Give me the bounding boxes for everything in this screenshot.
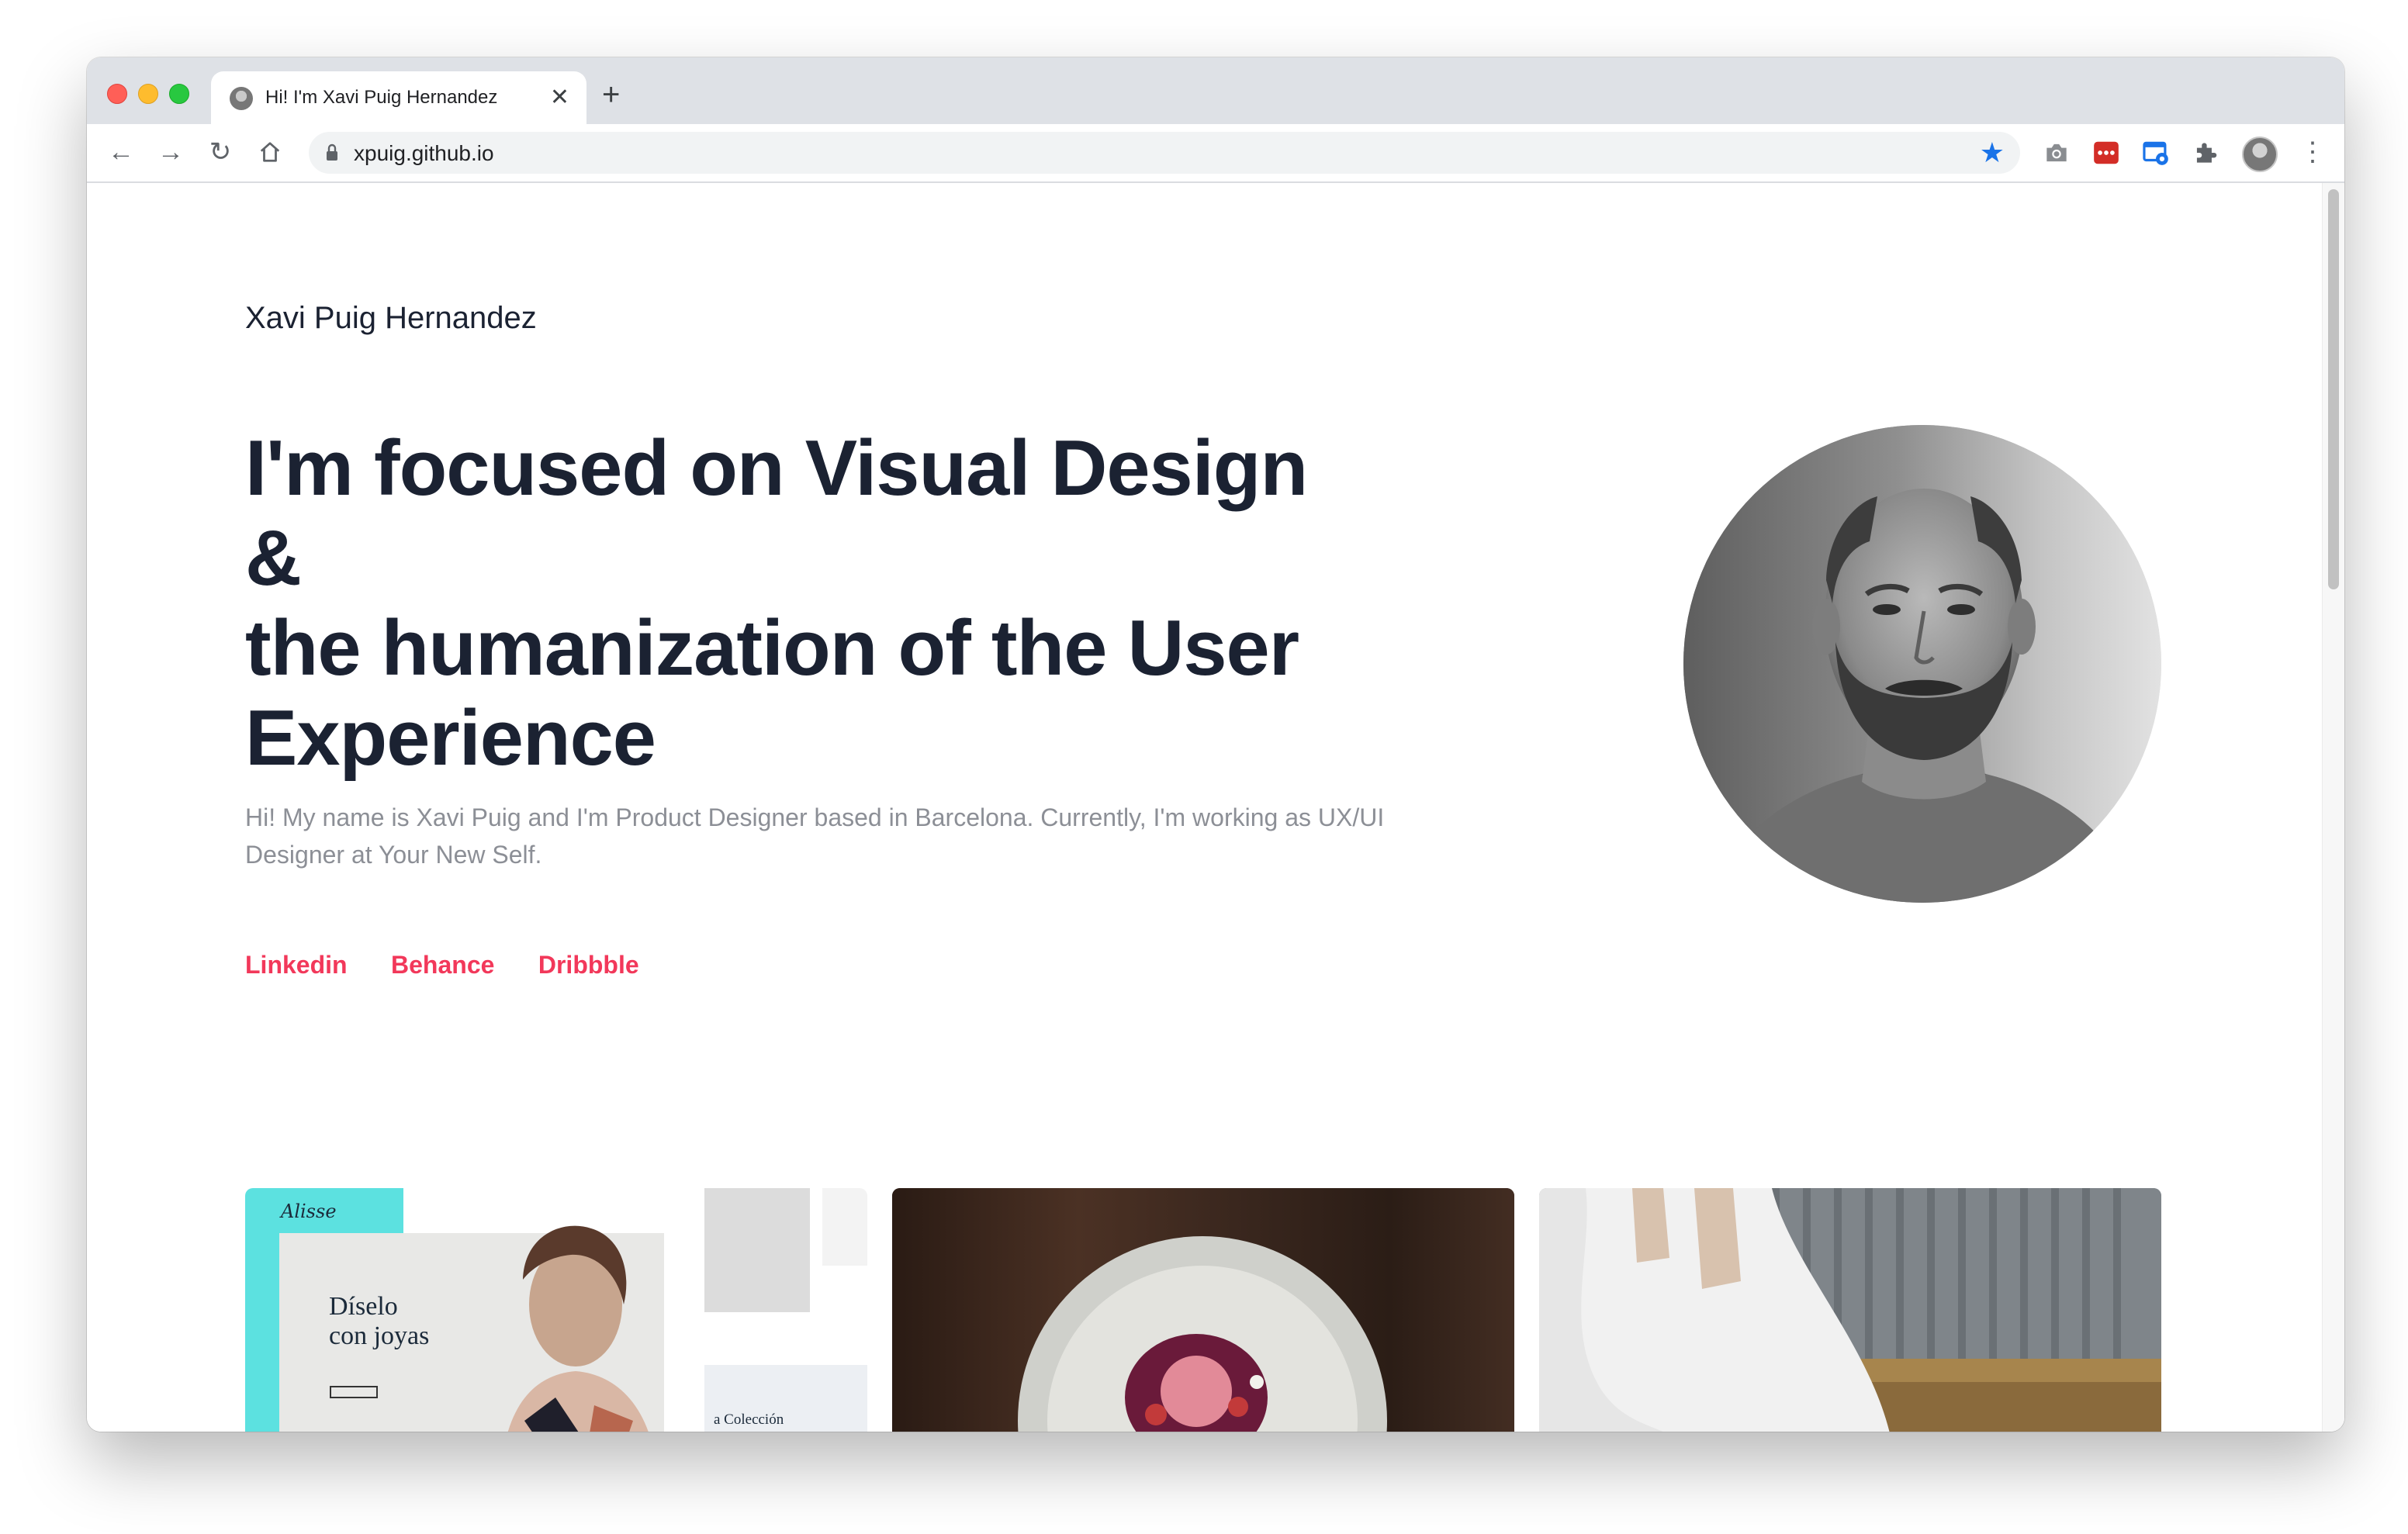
headline-line: the humanization of the User <box>245 605 1299 692</box>
new-tab-button[interactable]: + <box>602 76 620 113</box>
jewelry-collection-heading: a Colección <box>714 1411 784 1428</box>
jewelry-card-heading: Díselo con joyas <box>329 1292 429 1351</box>
portfolio-card-jewelry[interactable]: Alisse Díselo con joyas a Colección <box>245 1188 867 1432</box>
extensions-puzzle-icon[interactable] <box>2191 138 2220 168</box>
page-viewport: Xavi Puig Hernandez I'm focused on Visua… <box>87 183 2344 1432</box>
portfolio-card-wedding[interactable] <box>1539 1188 2161 1432</box>
bookmark-star-icon[interactable]: ★ <box>1980 137 2005 168</box>
jewelry-heading-line: con joyas <box>329 1322 430 1350</box>
lock-icon <box>327 143 337 161</box>
intro-text: Hi! My name is Xavi Puig and I'm Product… <box>245 803 1385 869</box>
behance-link[interactable]: Behance <box>391 951 494 979</box>
dribbble-link[interactable]: Dribbble <box>538 951 639 979</box>
browser-window: Hi! I'm Xavi Puig Hernandez ✕ + ← → ↻ xp… <box>87 57 2344 1432</box>
browser-tab[interactable]: Hi! I'm Xavi Puig Hernandez ✕ <box>211 71 586 124</box>
lastpass-icon[interactable] <box>2091 138 2121 168</box>
back-arrow-icon[interactable]: ← <box>104 135 138 169</box>
more-menu-icon[interactable]: ⋮ <box>2299 135 2326 169</box>
minimize-window-button[interactable] <box>138 84 158 104</box>
profile-photo <box>1683 425 2161 903</box>
linkedin-link[interactable]: Linkedin <box>245 951 348 979</box>
portfolio-card-dessert[interactable] <box>892 1188 1514 1432</box>
headline-line: I'm focused on Visual Design & <box>245 425 1308 602</box>
tab-favicon-icon <box>230 87 253 110</box>
home-icon[interactable] <box>253 135 287 169</box>
url-text: xpuig.github.io <box>354 141 494 165</box>
screen-capture-icon[interactable] <box>2141 138 2171 168</box>
profile-avatar[interactable] <box>2242 136 2278 172</box>
reload-icon[interactable]: ↻ <box>203 135 237 169</box>
camera-icon[interactable] <box>2042 138 2071 168</box>
forward-arrow-icon[interactable]: → <box>154 135 188 169</box>
hero-headline: I'm focused on Visual Design & the human… <box>245 423 1362 783</box>
tab-close-icon[interactable]: ✕ <box>550 82 569 113</box>
zoom-window-button[interactable] <box>169 84 189 104</box>
site-name[interactable]: Xavi Puig Hernandez <box>245 301 537 336</box>
tab-strip: Hi! I'm Xavi Puig Hernandez ✕ + <box>87 57 2344 124</box>
scrollbar-thumb[interactable] <box>2328 189 2339 589</box>
headline-line: Experience <box>245 695 656 782</box>
social-links: Linkedin Behance Dribbble <box>245 951 680 979</box>
jewelry-heading-line: Díselo <box>329 1292 398 1321</box>
browser-toolbar: ← → ↻ xpuig.github.io ★ ⋮ <box>87 124 2344 183</box>
address-bar[interactable]: xpuig.github.io ★ <box>309 132 2020 174</box>
close-window-button[interactable] <box>107 84 127 104</box>
jewelry-brand-logo: Alisse <box>281 1201 337 1222</box>
page-scrollbar[interactable] <box>2322 183 2344 1432</box>
tab-title: Hi! I'm Xavi Puig Hernandez <box>265 87 498 108</box>
